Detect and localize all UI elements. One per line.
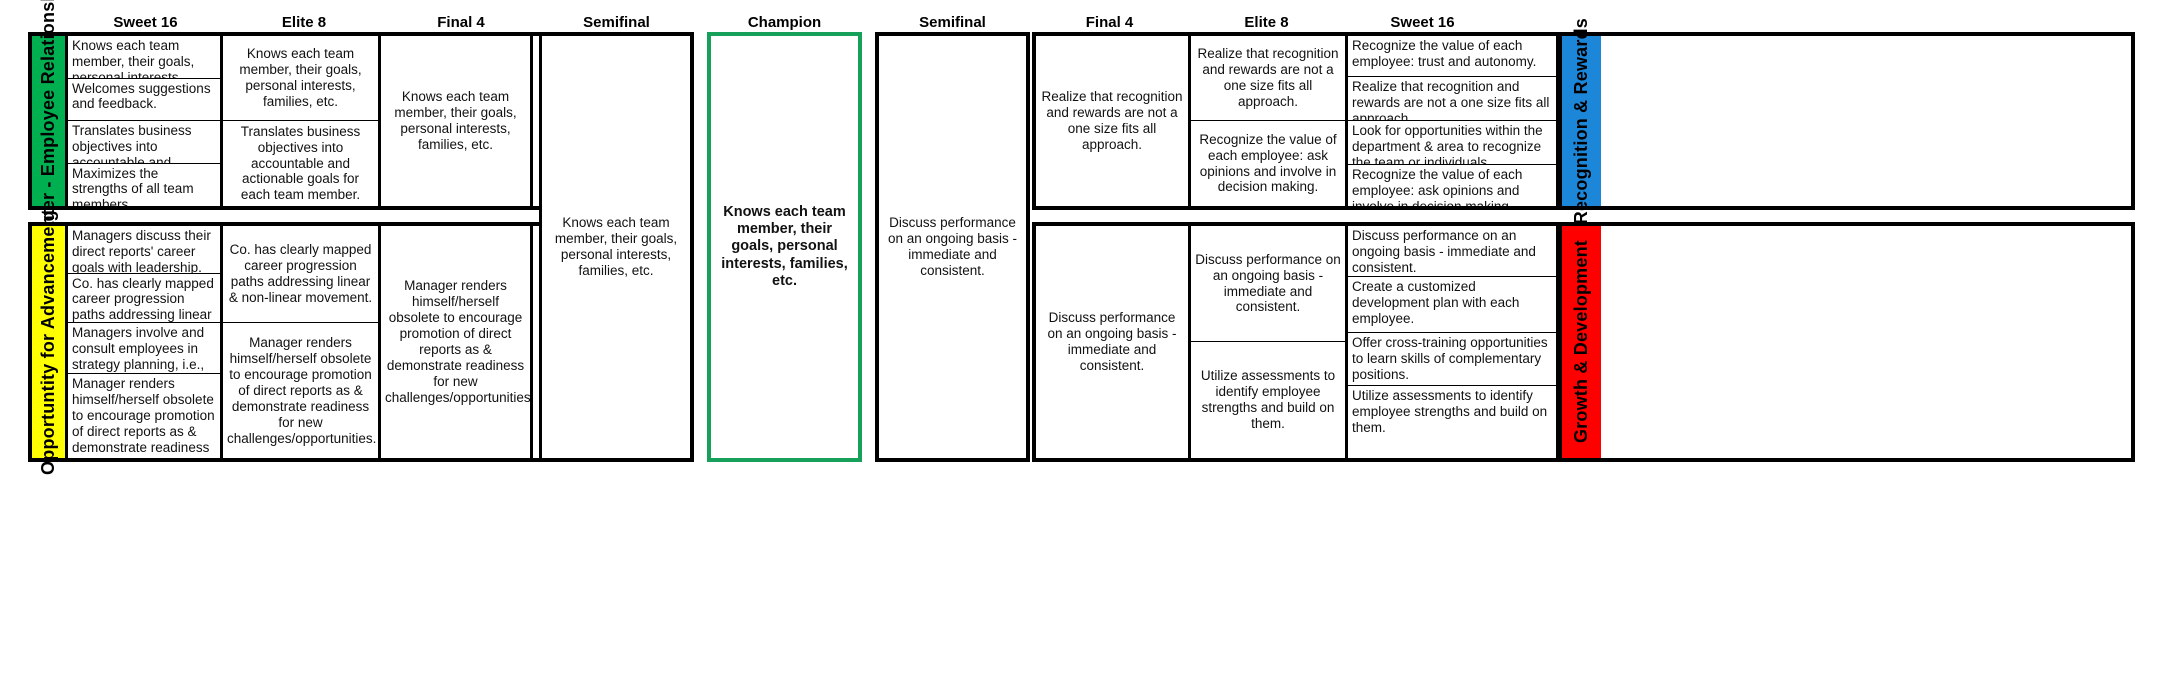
- category-label-growth-development: Growth & Development: [1559, 226, 1601, 458]
- category-label-opportunity: Opportuntity for Advancement: [32, 209, 68, 475]
- bracket-cell-text: Offer cross-training opportunities to le…: [1352, 334, 1548, 382]
- column-final4-top-right: Realize that recognition and rewards are…: [1036, 36, 1191, 206]
- column-final4-top-left: Knows each team member, their goals, per…: [381, 36, 533, 206]
- bracket-cell-text: Translates business objectives into acco…: [72, 123, 192, 164]
- bracket-cell[interactable]: Welcomes suggestions and feedback.: [68, 79, 220, 121]
- category-label-recognition-rewards-text: Recognition & Rewards: [1571, 17, 1591, 225]
- bracket-cell[interactable]: Realize that recognition and rewards are…: [1191, 36, 1345, 121]
- bracket-cell[interactable]: Discuss performance on an ongoing basis …: [1348, 226, 1556, 278]
- column-elite8-top-left: Knows each team member, their goals, per…: [223, 36, 381, 206]
- round-header-semifinal-right: Semifinal: [919, 14, 986, 31]
- bracket-cell[interactable]: Knows each team member, their goals, per…: [223, 36, 378, 121]
- bracket-cell-text: Realize that recognition and rewards are…: [1197, 46, 1339, 109]
- round-header-final4-right: Final 4: [1085, 14, 1134, 31]
- bracket-cell-text: Managers discuss their direct reports' c…: [72, 228, 211, 274]
- bracket-cell[interactable]: Discuss performance on an ongoing basis …: [1036, 226, 1188, 458]
- bracket-cell-text: Realize that recognition and rewards are…: [1041, 89, 1183, 152]
- category-label-recognition-rewards: Recognition & Rewards: [1559, 18, 1601, 224]
- bracket-cell-text: Translates business objectives into acco…: [240, 123, 361, 203]
- round-header-sweet16-left: Sweet 16: [113, 14, 178, 31]
- bracket-cell-text: Manager renders himself/herself obsolete…: [227, 334, 377, 446]
- bracket-cell[interactable]: Manager renders himself/herself obsolete…: [381, 226, 530, 458]
- column-elite8-bottom-right: Discuss performance on an ongoing basis …: [1191, 226, 1348, 458]
- bracket-cell[interactable]: Manager renders himself/herself obsolete…: [68, 374, 220, 458]
- column-elite8-top-right: Realize that recognition and rewards are…: [1191, 36, 1348, 206]
- category-label-growth-development-text: Growth & Development: [1571, 240, 1591, 444]
- bracket-cell-text: Knows each team member, their goals, per…: [721, 204, 848, 289]
- bracket-cell[interactable]: Utilize assessments to identify employee…: [1191, 342, 1345, 458]
- bracket-cell-text: Manager renders himself/herself obsolete…: [385, 278, 530, 405]
- bracket-cell[interactable]: Recognize the value of each employee: tr…: [1348, 36, 1556, 77]
- bracket-cell[interactable]: Realize that recognition and rewards are…: [1348, 77, 1556, 121]
- bracket-cell[interactable]: Co. has clearly mapped career progressio…: [68, 274, 220, 324]
- bracket-cell-text: Recognize the value of each employee: as…: [1352, 167, 1523, 206]
- bracket-cell[interactable]: Co. has clearly mapped career progressio…: [223, 226, 378, 324]
- bracket-cell-semifinal-left[interactable]: Knows each team member, their goals, per…: [542, 36, 690, 458]
- bracket-cell-text: Create a customized development plan wit…: [1352, 279, 1520, 326]
- bracket-cell[interactable]: Managers discuss their direct reports' c…: [68, 226, 220, 274]
- bracket-cell-text: Utilize assessments to identify employee…: [1200, 368, 1336, 431]
- bracket-cell[interactable]: Managers involve and consult employees i…: [68, 323, 220, 375]
- column-sweet16-bottom-left: Managers discuss their direct reports' c…: [68, 226, 223, 458]
- bracket-cell-text: Knows each team member, their goals, per…: [554, 215, 678, 278]
- round-header-sweet16-right: Sweet 16: [1390, 14, 1455, 31]
- bracket-cell[interactable]: Manager renders himself/herself obsolete…: [223, 323, 378, 458]
- bracket-cell[interactable]: Look for opportunities within the depart…: [1348, 121, 1556, 166]
- bracket-cell-text: Recognize the value of each employee: as…: [1199, 131, 1337, 195]
- bracket-cell-text: Welcomes suggestions and feedback.: [72, 80, 211, 112]
- column-sweet16-top-left: Knows each team member, their goals, per…: [68, 36, 223, 206]
- column-sweet16-top-right: Recognize the value of each employee: tr…: [1348, 36, 1559, 206]
- round-header-elite8-right: Elite 8: [1244, 14, 1289, 31]
- bracket-cell-text: Look for opportunities within the depart…: [1352, 122, 1543, 166]
- column-semifinal-left: Knows each team member, their goals, per…: [542, 36, 690, 458]
- bracket-cell-text: Utilize assessments to identify employee…: [1352, 388, 1548, 435]
- bracket-cell[interactable]: Knows each team member, their goals, per…: [381, 36, 530, 206]
- round-header-elite8-left: Elite 8: [281, 14, 327, 31]
- bracket-cell-text: Realize that recognition and rewards are…: [1352, 78, 1550, 121]
- bracket-cell-text: Maximizes the strengths of all team memb…: [72, 165, 194, 207]
- round-header-champion: Champion: [747, 14, 822, 31]
- bracket-cell[interactable]: Discuss performance on an ongoing basis …: [1191, 226, 1345, 342]
- bracket-cell-text: Managers involve and consult employees i…: [72, 325, 205, 373]
- column-final4-bottom-right: Discuss performance on an ongoing basis …: [1036, 226, 1191, 458]
- bracket-cell[interactable]: Create a customized development plan wit…: [1348, 277, 1556, 333]
- bracket-cell-text: Recognize the value of each employee: tr…: [1352, 38, 1537, 69]
- round-header-semifinal-left: Semifinal: [583, 14, 650, 31]
- bracket-cell[interactable]: Recognize the value of each employee: as…: [1191, 121, 1345, 206]
- bracket-cell[interactable]: Knows each team member, their goals, per…: [68, 36, 220, 79]
- category-label-manager-employee: Manager - Employee Relationship: [32, 0, 68, 268]
- bracket-diagram: Sweet 16 Elite 8 Final 4 Semifinal Champ…: [0, 0, 2162, 677]
- bracket-cell[interactable]: Offer cross-training opportunities to le…: [1348, 333, 1556, 387]
- bracket-cell-text: Discuss performance on an ongoing basis …: [1352, 228, 1536, 275]
- bracket-cell-text: Co. has clearly mapped career progressio…: [72, 275, 214, 323]
- bracket-cell[interactable]: Maximizes the strengths of all team memb…: [68, 164, 220, 207]
- bracket-cell[interactable]: Realize that recognition and rewards are…: [1036, 36, 1188, 206]
- column-final4-bottom-left: Manager renders himself/herself obsolete…: [381, 226, 533, 458]
- bracket-cell-champion[interactable]: Knows each team member, their goals, per…: [711, 36, 858, 458]
- bracket-cell[interactable]: Utilize assessments to identify employee…: [1348, 386, 1556, 458]
- bracket-cell-text: Discuss performance on an ongoing basis …: [1047, 310, 1177, 373]
- category-label-opportunity-text: Opportuntity for Advancement: [38, 209, 58, 475]
- bracket-cell-text: Manager renders himself/herself obsolete…: [72, 376, 215, 458]
- bracket-cell-text: Co. has clearly mapped career progressio…: [228, 242, 373, 306]
- bracket-champion: Knows each team member, their goals, per…: [707, 32, 862, 462]
- bracket-cell-text: Discuss performance on an ongoing basis …: [887, 215, 1018, 278]
- bracket-cell[interactable]: Translates business objectives into acco…: [223, 121, 378, 206]
- bracket-cell-semifinal-right[interactable]: Discuss performance on an ongoing basis …: [879, 36, 1026, 458]
- round-header-final4-left: Final 4: [437, 14, 485, 31]
- column-champion: Knows each team member, their goals, per…: [711, 36, 858, 458]
- column-elite8-bottom-left: Co. has clearly mapped career progressio…: [223, 226, 381, 458]
- bracket-semifinal-left: Knows each team member, their goals, per…: [539, 32, 694, 462]
- bracket-growth-and-development: Discuss performance on an ongoing basis …: [1032, 222, 2135, 462]
- column-sweet16-bottom-right: Discuss performance on an ongoing basis …: [1348, 226, 1559, 458]
- bracket-cell-text: Discuss performance on an ongoing basis …: [1195, 251, 1341, 315]
- bracket-semifinal-right: Discuss performance on an ongoing basis …: [875, 32, 1030, 462]
- bracket-cell[interactable]: Translates business objectives into acco…: [68, 121, 220, 164]
- bracket-cell-text: Knows each team member, their goals, per…: [394, 89, 517, 152]
- bracket-cell-text: Knows each team member, their goals, per…: [239, 46, 362, 109]
- bracket-recognition-and-rewards: Realize that recognition and rewards are…: [1032, 18, 2135, 224]
- bracket-cell[interactable]: Recognize the value of each employee: as…: [1348, 165, 1556, 206]
- column-semifinal-right: Discuss performance on an ongoing basis …: [879, 36, 1026, 458]
- bracket-cell-text: Knows each team member, their goals, per…: [72, 38, 195, 79]
